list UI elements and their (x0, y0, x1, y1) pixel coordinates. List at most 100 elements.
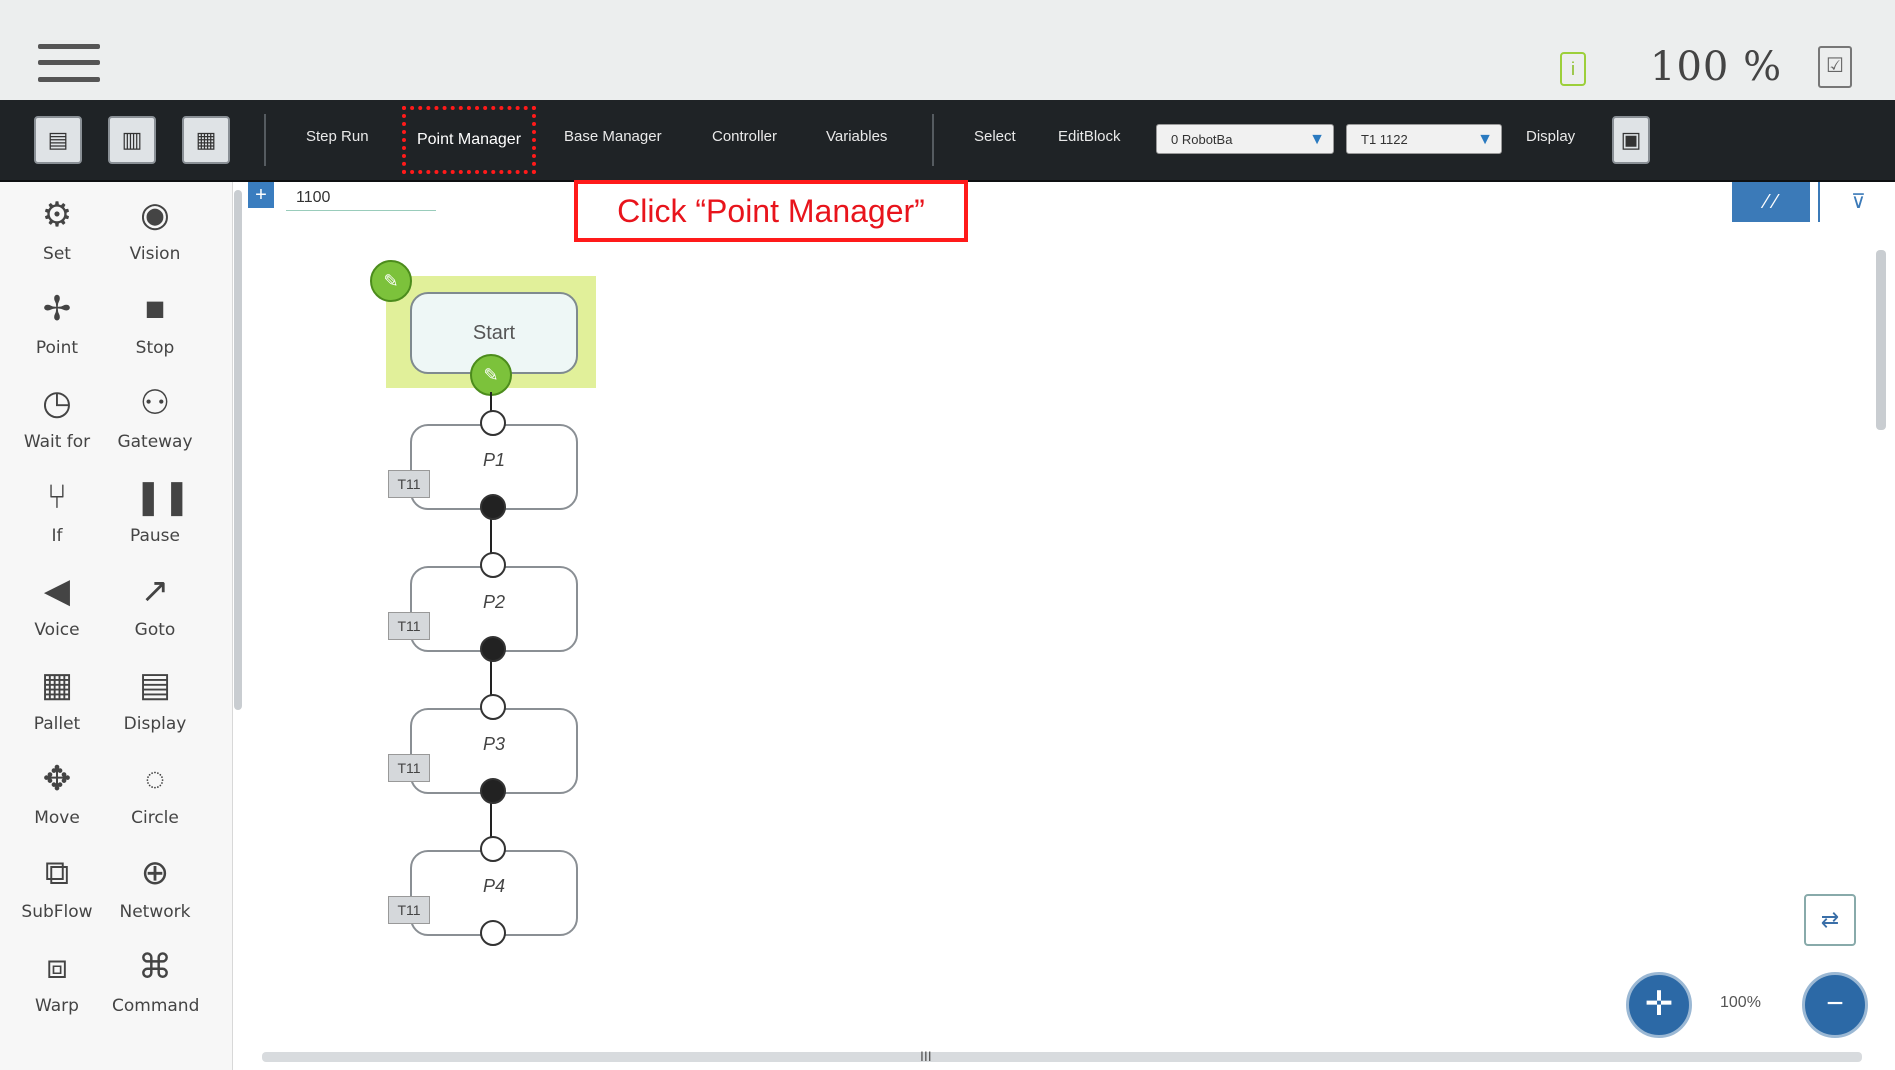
palette-item-if[interactable]: ⑂ If (14, 476, 100, 562)
checklist-icon[interactable]: ☑ (1818, 46, 1852, 88)
palette-item-subflow[interactable]: ⧉ SubFlow (14, 852, 100, 938)
tab-controller[interactable]: Controller (712, 128, 777, 145)
canvas-value-field[interactable]: 1100 (286, 186, 436, 211)
zoom-readout: 100 % (1650, 44, 1783, 90)
toolbar-divider (264, 114, 266, 166)
display-icon: ▤ (138, 666, 172, 704)
select-button[interactable]: Select (974, 128, 1016, 145)
main-toolbar: ▤ ▥ ▦ Step Run Base Manager Controller V… (0, 100, 1895, 182)
edit-icon[interactable]: ⁄ ⁄ (1732, 182, 1810, 222)
input-port[interactable] (480, 694, 506, 720)
tab-base-manager[interactable]: Base Manager (564, 128, 662, 145)
add-icon[interactable]: + (248, 182, 274, 208)
palette-item-label: Wait for (23, 432, 91, 452)
goto-icon: ↗ (140, 572, 170, 610)
connector-handle-icon[interactable]: ✎ (470, 354, 512, 396)
tool-dropdown-value: T1 1122 (1361, 132, 1408, 147)
palette-item-wait-for[interactable]: ◷ Wait for (14, 382, 100, 468)
palette-scrollbar[interactable] (234, 190, 242, 710)
output-port[interactable] (480, 920, 506, 946)
input-port[interactable] (480, 836, 506, 862)
gear-icon: ⚙ (41, 196, 73, 234)
palette-item-label: Set (43, 244, 71, 264)
subflow-icon: ⧉ (44, 854, 70, 892)
palette-item-command[interactable]: ⌘ Command (112, 946, 200, 1032)
palette-item-point[interactable]: ✢ Point (14, 288, 100, 374)
save-as-icon[interactable]: ▦ (182, 116, 230, 164)
horizontal-scrollbar[interactable] (262, 1052, 1862, 1062)
instruction-callout: Click “Point Manager” (574, 180, 968, 242)
hamburger-menu-icon[interactable] (38, 38, 100, 88)
top-bar: i 100 % ☑ (0, 0, 1895, 101)
zoom-fit-icon[interactable]: ✛ (1626, 972, 1692, 1038)
palette-item-label: Point (35, 338, 79, 358)
palette-item-pallet[interactable]: ▦ Pallet (14, 664, 100, 750)
tab-variables[interactable]: Variables (826, 128, 887, 145)
palette-item-label: Network (119, 902, 191, 922)
warp-icon: ⧈ (46, 948, 68, 986)
save-icon[interactable]: ▥ (108, 116, 156, 164)
network-icon: ⊕ (140, 854, 170, 892)
palette-item-move[interactable]: ✥ Move (14, 758, 100, 844)
tool-dropdown[interactable]: T1 1122 ▼ (1346, 124, 1502, 154)
palette-item-circle[interactable]: ◌ Circle (112, 758, 198, 844)
palette-item-label: Pause (130, 526, 180, 546)
output-port[interactable] (480, 778, 506, 804)
palette-item-goto[interactable]: ↗ Goto (112, 570, 198, 656)
move-icon: ✥ (42, 760, 72, 798)
palette-item-label: Display (123, 714, 187, 734)
editblock-button[interactable]: EditBlock (1058, 128, 1121, 145)
palette-item-gateway[interactable]: ⚇ Gateway (112, 382, 198, 468)
edit-icon[interactable]: ✎ (370, 260, 412, 302)
gateway-icon: ⚇ (139, 384, 171, 422)
info-icon[interactable]: i (1560, 52, 1586, 86)
palette-item-label: Vision (129, 244, 181, 264)
output-port[interactable] (480, 494, 506, 520)
point-icon: ✢ (42, 290, 72, 328)
palette-item-label: Circle (131, 808, 179, 828)
minimap-icon[interactable]: ⇄ (1804, 894, 1856, 946)
flow-node-tag: T11 (388, 896, 430, 924)
flow-node-tag: T11 (388, 470, 430, 498)
flow-node-tag: T11 (388, 612, 430, 640)
filter-icon[interactable]: ⊽ (1818, 182, 1895, 222)
canvas-zoom-percent: 100% (1720, 994, 1761, 1011)
flow-node-label: P3 (482, 734, 506, 754)
input-port[interactable] (480, 410, 506, 436)
palette-item-display[interactable]: ▤ Display (112, 664, 198, 750)
palette-item-set[interactable]: ⚙ Set (14, 194, 100, 280)
pause-icon: ❚❚ (134, 478, 191, 516)
command-icon: ⌘ (138, 948, 172, 986)
palette-item-label: Warp (35, 996, 79, 1016)
palette-item-warp[interactable]: ⧈ Warp (14, 946, 100, 1032)
base-dropdown[interactable]: 0 RobotBa ▼ (1156, 124, 1334, 154)
flow-icon[interactable]: ▤ (34, 116, 82, 164)
palette-item-label: Command (112, 996, 200, 1016)
flow-node-label: P2 (482, 592, 506, 612)
zoom-out-icon[interactable]: − (1802, 972, 1868, 1038)
input-port[interactable] (480, 552, 506, 578)
palette-item-pause[interactable]: ❚❚ Pause (112, 476, 198, 562)
palette-item-network[interactable]: ⊕ Network (112, 852, 198, 938)
palette-item-stop[interactable]: ■ Stop (112, 288, 198, 374)
vertical-scrollbar[interactable] (1876, 250, 1886, 430)
palette-item-voice[interactable]: ◀ Voice (14, 570, 100, 656)
pallet-icon: ▦ (40, 666, 74, 704)
palette-item-vision[interactable]: ◉ Vision (112, 194, 198, 280)
chevron-down-icon: ▼ (1477, 131, 1493, 148)
display-button[interactable]: Display (1526, 128, 1575, 145)
palette-item-label: Goto (134, 620, 176, 640)
monitor-icon[interactable]: ▣ (1612, 116, 1650, 164)
palette-item-label: Stop (135, 338, 175, 358)
palette-item-label: Voice (34, 620, 80, 640)
tab-step-run[interactable]: Step Run (306, 128, 369, 145)
chevron-down-icon: ▼ (1309, 131, 1325, 148)
highlight-box (402, 106, 536, 174)
clock-icon: ◷ (42, 384, 72, 422)
branch-icon: ⑂ (46, 478, 68, 516)
palette-item-label: Gateway (117, 432, 193, 452)
scroll-grip[interactable]: III (920, 1048, 932, 1064)
output-port[interactable] (480, 636, 506, 662)
toolbar-divider (932, 114, 934, 166)
speaker-icon: ◀ (43, 572, 71, 610)
